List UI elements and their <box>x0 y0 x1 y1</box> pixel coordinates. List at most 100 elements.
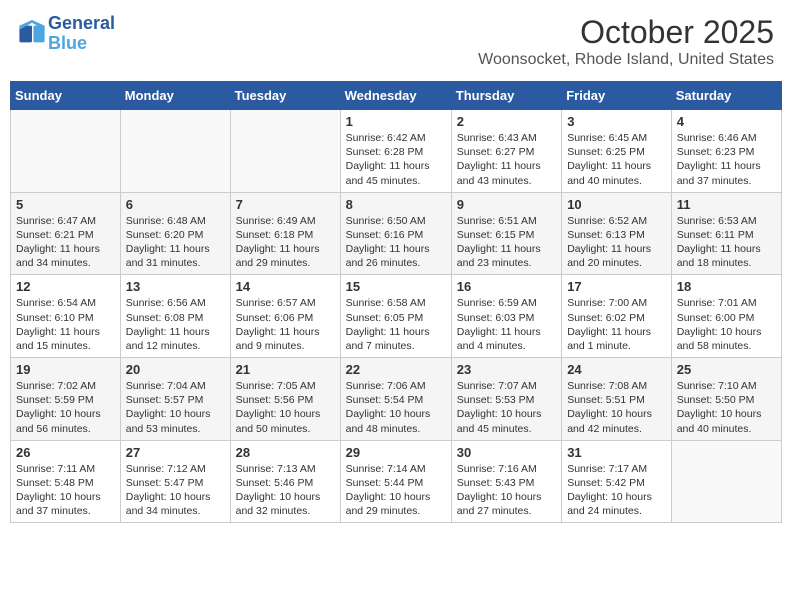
day-number: 26 <box>16 445 115 460</box>
day-number: 31 <box>567 445 666 460</box>
day-info: Sunrise: 7:06 AM Sunset: 5:54 PM Dayligh… <box>346 379 446 436</box>
calendar-day: 22 Sunrise: 7:06 AM Sunset: 5:54 PM Dayli… <box>340 358 451 441</box>
day-info: Sunrise: 7:00 AM Sunset: 6:02 PM Dayligh… <box>567 296 666 353</box>
day-info: Sunrise: 6:47 AM Sunset: 6:21 PM Dayligh… <box>16 214 115 271</box>
calendar-day: 27 Sunrise: 7:12 AM Sunset: 5:47 PM Dayli… <box>120 440 230 523</box>
calendar-day: 11Sunrise: 6:53 AM Sunset: 6:11 PM Dayli… <box>671 192 781 275</box>
page-container: GeneralBlue October 2025 Woonsocket, Rho… <box>10 10 782 523</box>
day-number: 11 <box>677 197 776 212</box>
day-info: Sunrise: 6:52 AM Sunset: 6:13 PM Dayligh… <box>567 214 666 271</box>
calendar-day: 8 Sunrise: 6:50 AM Sunset: 6:16 PM Daylig… <box>340 192 451 275</box>
calendar-week-2: 5Sunrise: 6:47 AM Sunset: 6:21 PM Daylig… <box>11 192 782 275</box>
calendar-week-4: 19 Sunrise: 7:02 AM Sunset: 5:59 PM Dayli… <box>11 358 782 441</box>
day-number: 17 <box>567 279 666 294</box>
day-info: Sunrise: 7:08 AM Sunset: 5:51 PM Dayligh… <box>567 379 666 436</box>
calendar-day: 19 Sunrise: 7:02 AM Sunset: 5:59 PM Dayli… <box>11 358 121 441</box>
calendar-day: 2 Sunrise: 6:43 AM Sunset: 6:27 PM Daylig… <box>451 110 561 193</box>
day-number: 19 <box>16 362 115 377</box>
day-info: Sunrise: 7:01 AM Sunset: 6:00 PM Dayligh… <box>677 296 776 353</box>
calendar-day <box>120 110 230 193</box>
col-sunday: Sunday <box>11 82 121 110</box>
calendar-day: 12 Sunrise: 6:54 AM Sunset: 6:10 PM Dayli… <box>11 275 121 358</box>
day-info: Sunrise: 6:49 AM Sunset: 6:18 PM Dayligh… <box>236 214 335 271</box>
calendar-day: 17 Sunrise: 7:00 AM Sunset: 6:02 PM Dayli… <box>562 275 672 358</box>
calendar-day: 14Sunrise: 6:57 AM Sunset: 6:06 PM Dayli… <box>230 275 340 358</box>
day-info: Sunrise: 7:05 AM Sunset: 5:56 PM Dayligh… <box>236 379 335 436</box>
calendar-day: 18 Sunrise: 7:01 AM Sunset: 6:00 PM Dayli… <box>671 275 781 358</box>
calendar-header-row: Sunday Monday Tuesday Wednesday Thursday… <box>11 82 782 110</box>
day-number: 12 <box>16 279 115 294</box>
day-number: 2 <box>457 114 556 129</box>
calendar-day <box>11 110 121 193</box>
day-number: 3 <box>567 114 666 129</box>
calendar-day: 9 Sunrise: 6:51 AM Sunset: 6:15 PM Daylig… <box>451 192 561 275</box>
calendar-week-3: 12 Sunrise: 6:54 AM Sunset: 6:10 PM Dayli… <box>11 275 782 358</box>
calendar-day: 3Sunrise: 6:45 AM Sunset: 6:25 PM Daylig… <box>562 110 672 193</box>
title-block: October 2025 Woonsocket, Rhode Island, U… <box>478 14 774 69</box>
day-number: 28 <box>236 445 335 460</box>
calendar-day: 6Sunrise: 6:48 AM Sunset: 6:20 PM Daylig… <box>120 192 230 275</box>
day-info: Sunrise: 6:58 AM Sunset: 6:05 PM Dayligh… <box>346 296 446 353</box>
month-title: October 2025 <box>478 14 774 51</box>
day-info: Sunrise: 6:51 AM Sunset: 6:15 PM Dayligh… <box>457 214 556 271</box>
day-info: Sunrise: 7:02 AM Sunset: 5:59 PM Dayligh… <box>16 379 115 436</box>
day-info: Sunrise: 6:57 AM Sunset: 6:06 PM Dayligh… <box>236 296 335 353</box>
calendar-day: 16 Sunrise: 6:59 AM Sunset: 6:03 PM Dayli… <box>451 275 561 358</box>
col-saturday: Saturday <box>671 82 781 110</box>
day-number: 29 <box>346 445 446 460</box>
day-number: 22 <box>346 362 446 377</box>
calendar-day: 28 Sunrise: 7:13 AM Sunset: 5:46 PM Dayli… <box>230 440 340 523</box>
day-info: Sunrise: 6:50 AM Sunset: 6:16 PM Dayligh… <box>346 214 446 271</box>
day-info: Sunrise: 6:54 AM Sunset: 6:10 PM Dayligh… <box>16 296 115 353</box>
day-info: Sunrise: 7:10 AM Sunset: 5:50 PM Dayligh… <box>677 379 776 436</box>
day-info: Sunrise: 6:42 AM Sunset: 6:28 PM Dayligh… <box>346 131 446 188</box>
day-info: Sunrise: 7:16 AM Sunset: 5:43 PM Dayligh… <box>457 462 556 519</box>
day-number: 24 <box>567 362 666 377</box>
calendar-day <box>671 440 781 523</box>
day-info: Sunrise: 7:04 AM Sunset: 5:57 PM Dayligh… <box>126 379 225 436</box>
day-number: 18 <box>677 279 776 294</box>
calendar-day: 1 Sunrise: 6:42 AM Sunset: 6:28 PM Daylig… <box>340 110 451 193</box>
calendar-day: 20 Sunrise: 7:04 AM Sunset: 5:57 PM Dayli… <box>120 358 230 441</box>
day-number: 9 <box>457 197 556 212</box>
calendar-day: 4 Sunrise: 6:46 AM Sunset: 6:23 PM Daylig… <box>671 110 781 193</box>
day-info: Sunrise: 7:12 AM Sunset: 5:47 PM Dayligh… <box>126 462 225 519</box>
calendar-day: 21 Sunrise: 7:05 AM Sunset: 5:56 PM Dayli… <box>230 358 340 441</box>
day-info: Sunrise: 6:43 AM Sunset: 6:27 PM Dayligh… <box>457 131 556 188</box>
day-number: 13 <box>126 279 225 294</box>
day-number: 8 <box>346 197 446 212</box>
calendar-day: 13 Sunrise: 6:56 AM Sunset: 6:08 PM Dayli… <box>120 275 230 358</box>
day-number: 16 <box>457 279 556 294</box>
day-info: Sunrise: 7:13 AM Sunset: 5:46 PM Dayligh… <box>236 462 335 519</box>
day-info: Sunrise: 7:07 AM Sunset: 5:53 PM Dayligh… <box>457 379 556 436</box>
location-title: Woonsocket, Rhode Island, United States <box>478 51 774 69</box>
col-monday: Monday <box>120 82 230 110</box>
day-number: 21 <box>236 362 335 377</box>
col-friday: Friday <box>562 82 672 110</box>
calendar-week-1: 1 Sunrise: 6:42 AM Sunset: 6:28 PM Daylig… <box>11 110 782 193</box>
calendar-day: 15Sunrise: 6:58 AM Sunset: 6:05 PM Dayli… <box>340 275 451 358</box>
day-number: 27 <box>126 445 225 460</box>
day-number: 1 <box>346 114 446 129</box>
calendar-day: 10 Sunrise: 6:52 AM Sunset: 6:13 PM Dayli… <box>562 192 672 275</box>
calendar-day: 26Sunrise: 7:11 AM Sunset: 5:48 PM Dayli… <box>11 440 121 523</box>
day-info: Sunrise: 6:59 AM Sunset: 6:03 PM Dayligh… <box>457 296 556 353</box>
calendar-day: 30Sunrise: 7:16 AM Sunset: 5:43 PM Dayli… <box>451 440 561 523</box>
day-number: 20 <box>126 362 225 377</box>
day-number: 10 <box>567 197 666 212</box>
day-number: 4 <box>677 114 776 129</box>
day-info: Sunrise: 6:56 AM Sunset: 6:08 PM Dayligh… <box>126 296 225 353</box>
logo-icon <box>18 20 46 48</box>
calendar-week-5: 26Sunrise: 7:11 AM Sunset: 5:48 PM Dayli… <box>11 440 782 523</box>
calendar-day: 5Sunrise: 6:47 AM Sunset: 6:21 PM Daylig… <box>11 192 121 275</box>
calendar-day: 23 Sunrise: 7:07 AM Sunset: 5:53 PM Dayli… <box>451 358 561 441</box>
calendar-table: Sunday Monday Tuesday Wednesday Thursday… <box>10 81 782 523</box>
day-number: 23 <box>457 362 556 377</box>
day-info: Sunrise: 6:46 AM Sunset: 6:23 PM Dayligh… <box>677 131 776 188</box>
col-wednesday: Wednesday <box>340 82 451 110</box>
day-info: Sunrise: 7:14 AM Sunset: 5:44 PM Dayligh… <box>346 462 446 519</box>
calendar-day <box>230 110 340 193</box>
col-thursday: Thursday <box>451 82 561 110</box>
logo: GeneralBlue <box>18 14 115 54</box>
logo-text: GeneralBlue <box>48 14 115 54</box>
